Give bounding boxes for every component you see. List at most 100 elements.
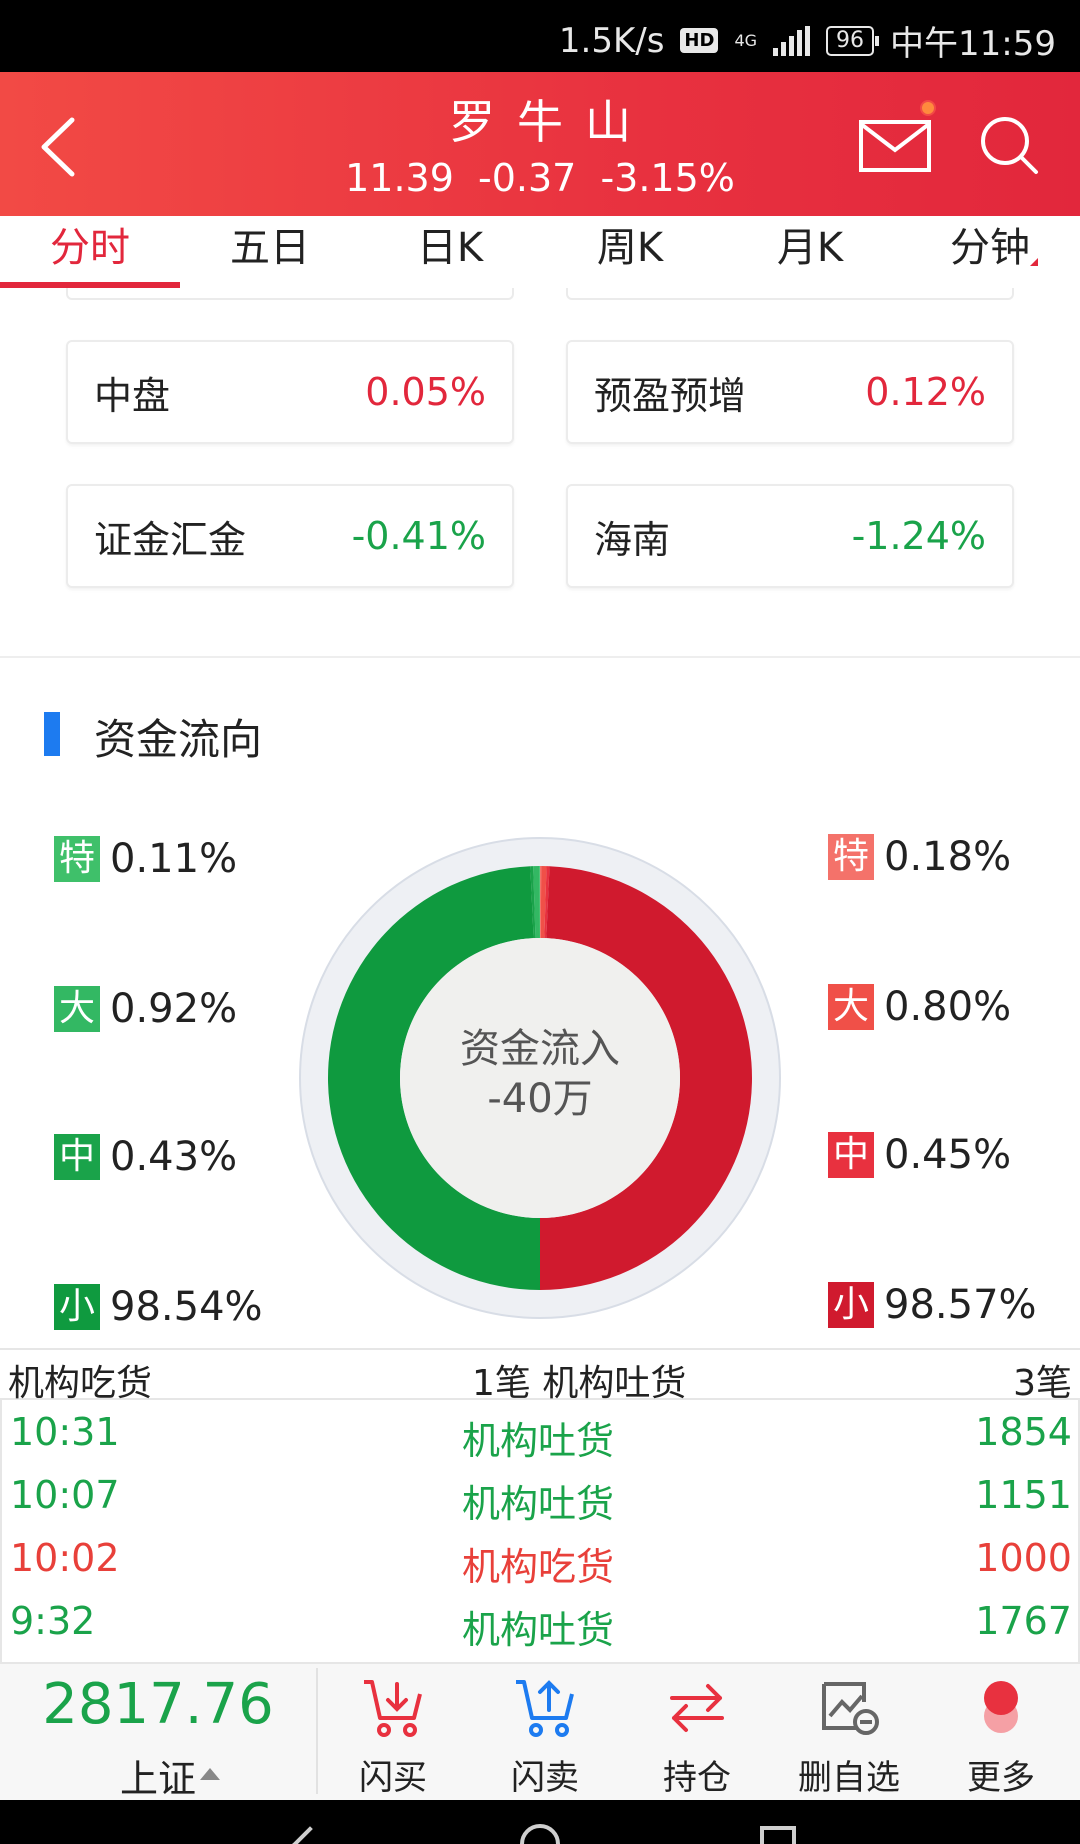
row-volume: 1854 bbox=[975, 1410, 1072, 1454]
row-volume: 1000 bbox=[975, 1536, 1072, 1580]
concept-value: -1.24% bbox=[851, 514, 986, 558]
swap-arrows-icon bbox=[670, 1684, 724, 1732]
legend-inflow-super: 特 0.18% bbox=[828, 834, 1011, 880]
action-label: 闪卖 bbox=[511, 1758, 579, 1798]
mail-icon[interactable] bbox=[858, 116, 932, 176]
legend-value: 98.54% bbox=[110, 1284, 263, 1330]
concept-value: 0.12% bbox=[865, 370, 986, 414]
stock-header: 罗牛山 11.39 -0.37 -3.15% bbox=[0, 72, 1080, 216]
legend-value: 0.43% bbox=[110, 1134, 238, 1180]
concept-card[interactable]: 证金汇金 -0.41% bbox=[66, 484, 514, 588]
positions-button[interactable]: 持仓 bbox=[622, 1662, 772, 1800]
legend-inflow-medium: 中 0.45% bbox=[828, 1132, 1011, 1178]
table-row: 10:31 机构吐货 1854 bbox=[0, 1404, 1080, 1467]
inst-head-mid: 1笔 机构吐货 bbox=[472, 1363, 687, 1404]
legend-value: 0.45% bbox=[884, 1132, 1012, 1178]
tab-five-day[interactable]: 五日 bbox=[180, 216, 360, 288]
legend-value: 0.92% bbox=[110, 986, 238, 1032]
table-row: 10:02 机构吃货 1000 bbox=[0, 1530, 1080, 1593]
donut-center-text: 资金流入 -40万 bbox=[400, 1024, 680, 1124]
concept-label: 中盘 bbox=[94, 373, 171, 418]
concept-label: 海南 bbox=[594, 517, 671, 562]
row-volume: 1767 bbox=[975, 1599, 1072, 1643]
nav-home-icon[interactable] bbox=[520, 1824, 560, 1844]
cart-up-icon bbox=[516, 1680, 574, 1737]
nav-back-icon[interactable] bbox=[290, 1826, 330, 1844]
index-name[interactable]: 上证 bbox=[0, 1748, 316, 1803]
row-time: 9:32 bbox=[10, 1599, 96, 1643]
legend-tag: 大 bbox=[828, 984, 874, 1030]
legend-outflow-small: 小 98.54% bbox=[54, 1284, 263, 1330]
legend-value: 98.57% bbox=[884, 1282, 1037, 1328]
legend-tag: 特 bbox=[828, 834, 874, 880]
concept-label: 预盈预增 bbox=[594, 373, 747, 418]
hd-icon: HD bbox=[680, 28, 719, 53]
card-stub bbox=[66, 288, 514, 300]
concept-card[interactable]: 中盘 0.05% bbox=[66, 340, 514, 444]
section-marker bbox=[44, 712, 60, 756]
action-label: 持仓 bbox=[663, 1758, 731, 1798]
search-icon[interactable] bbox=[976, 112, 1042, 178]
institution-header: 机构吃货 1笔 机构吐货 3笔 bbox=[0, 1348, 1080, 1404]
net-speed: 1.5K/s bbox=[558, 20, 665, 61]
legend-inflow-large: 大 0.80% bbox=[828, 984, 1011, 1030]
stock-price: 11.39 bbox=[345, 156, 454, 200]
stock-change: -0.37 bbox=[478, 156, 577, 200]
tab-weekly-k[interactable]: 周K bbox=[540, 216, 720, 288]
legend-value: 0.18% bbox=[884, 834, 1012, 880]
section-divider bbox=[0, 656, 1080, 658]
row-time: 10:31 bbox=[10, 1410, 120, 1454]
legend-tag: 大 bbox=[54, 986, 100, 1032]
more-button[interactable]: 更多 bbox=[926, 1662, 1076, 1800]
system-nav-bar bbox=[0, 1800, 1080, 1844]
donut-center-label: 资金流入 bbox=[460, 1026, 620, 1072]
legend-value: 0.80% bbox=[884, 984, 1012, 1030]
inst-head-right: 3笔 bbox=[1013, 1363, 1072, 1404]
row-time: 10:07 bbox=[10, 1473, 120, 1517]
legend-outflow-super: 特 0.11% bbox=[54, 836, 237, 882]
row-type: 机构吐货 bbox=[462, 1419, 615, 1463]
legend-outflow-large: 大 0.92% bbox=[54, 986, 237, 1032]
row-type: 机构吃货 bbox=[462, 1545, 615, 1589]
inst-head-left: 机构吃货 bbox=[8, 1363, 153, 1404]
remove-watchlist-button[interactable]: 删自选 bbox=[774, 1662, 924, 1800]
card-stub bbox=[566, 288, 1014, 300]
legend-tag: 小 bbox=[828, 1282, 874, 1328]
tab-minute[interactable]: 分钟 bbox=[900, 216, 1080, 288]
section-title: 资金流向 bbox=[94, 715, 263, 764]
tab-daily-k[interactable]: 日K bbox=[360, 216, 540, 288]
caret-up-icon[interactable] bbox=[200, 1768, 220, 1780]
legend-outflow-medium: 中 0.43% bbox=[54, 1134, 237, 1180]
concept-card[interactable]: 预盈预增 0.12% bbox=[566, 340, 1014, 444]
chart-tabs: 分时 五日 日K 周K 月K 分钟 bbox=[0, 216, 1080, 288]
concept-value: 0.05% bbox=[365, 370, 486, 414]
nav-recents-icon[interactable] bbox=[760, 1826, 796, 1844]
flash-sell-button[interactable]: 闪卖 bbox=[470, 1662, 620, 1800]
action-label: 更多 bbox=[967, 1758, 1035, 1798]
legend-tag: 小 bbox=[54, 1284, 100, 1330]
action-label: 删自选 bbox=[798, 1758, 900, 1798]
flash-buy-button[interactable]: 闪买 bbox=[318, 1662, 468, 1800]
cart-down-icon bbox=[364, 1680, 422, 1737]
status-bar: 1.5K/s HD 4G 96 中午11:59 bbox=[0, 0, 1080, 72]
network-type: 4G bbox=[734, 31, 758, 50]
tab-monthly-k[interactable]: 月K bbox=[720, 216, 900, 288]
table-row: 9:32 机构吐货 1767 bbox=[0, 1593, 1080, 1656]
index-value[interactable]: 2817.76 bbox=[0, 1672, 316, 1737]
legend-tag: 特 bbox=[54, 836, 100, 882]
row-time: 10:02 bbox=[10, 1536, 120, 1580]
legend-inflow-small: 小 98.57% bbox=[828, 1282, 1037, 1328]
row-type: 机构吐货 bbox=[462, 1608, 615, 1652]
donut-center-value: -40万 bbox=[487, 1076, 593, 1122]
remove-watchlist-icon bbox=[822, 1682, 879, 1735]
table-row: 10:07 机构吐货 1151 bbox=[0, 1467, 1080, 1530]
clock: 中午11:59 bbox=[890, 24, 1056, 64]
tab-dropdown-icon bbox=[1030, 258, 1038, 266]
concept-value: -0.41% bbox=[351, 514, 486, 558]
concept-card[interactable]: 海南 -1.24% bbox=[566, 484, 1014, 588]
concept-label: 证金汇金 bbox=[94, 517, 247, 562]
stock-change-pct: -3.15% bbox=[600, 156, 735, 200]
battery-icon: 96 bbox=[826, 25, 880, 56]
row-type: 机构吐货 bbox=[462, 1482, 615, 1526]
tab-intraday[interactable]: 分时 bbox=[0, 216, 180, 288]
